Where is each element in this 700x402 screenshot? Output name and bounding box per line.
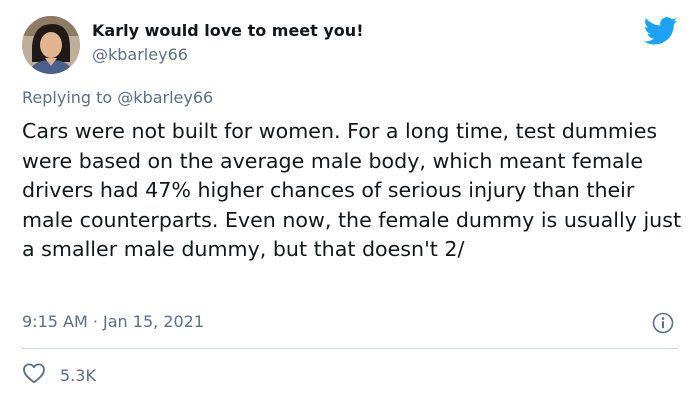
author-handle[interactable]: @kbarley66 [92, 45, 188, 64]
reply-mention-link[interactable]: @kbarley66 [117, 88, 213, 107]
avatar[interactable] [22, 16, 80, 74]
like-count: 5.3K [60, 365, 96, 385]
divider [22, 348, 678, 349]
tweet-text: Cars were not built for women. For a lon… [22, 119, 682, 261]
tweet-card: Karly would love to meet you! @kbarley66… [0, 0, 700, 402]
tweet-timestamp[interactable]: 9:15 AM · Jan 15, 2021 [22, 312, 204, 331]
author-display-name[interactable]: Karly would love to meet you! [92, 21, 363, 40]
heart-icon[interactable] [22, 362, 46, 388]
replying-to-prefix: Replying to [22, 88, 118, 107]
replying-to: Replying to @kbarley66 [22, 88, 213, 107]
twitter-bird-icon[interactable] [643, 17, 678, 45]
info-icon[interactable] [652, 312, 674, 334]
like-button[interactable]: 5.3K [22, 363, 96, 387]
